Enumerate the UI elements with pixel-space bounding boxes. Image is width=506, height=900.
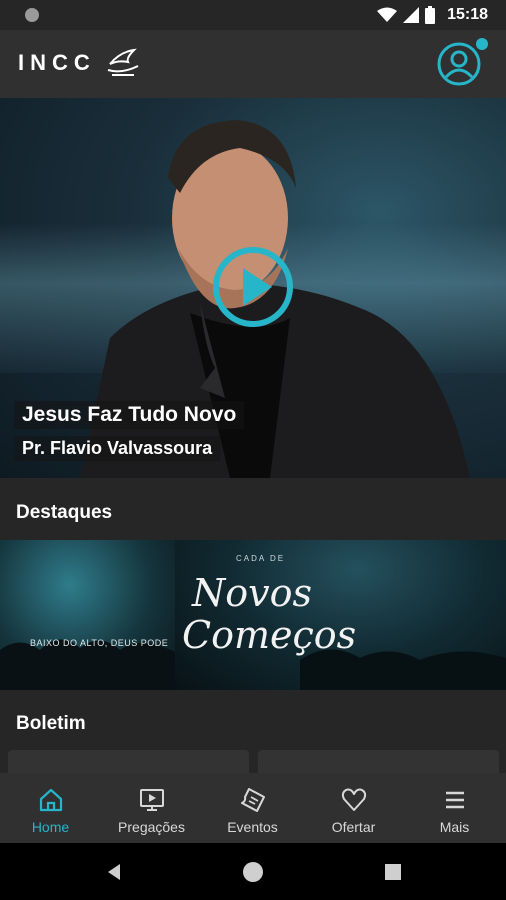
play-button[interactable] [212,246,294,328]
bottom-navigation: Home Pregações Eventos Ofertar Mais [0,773,506,843]
sermon-title: Jesus Faz Tudo Novo [14,401,245,429]
app-logo: INCC [18,48,140,78]
nav-more[interactable]: Mais [404,773,505,843]
nav-give-label: Ofertar [331,819,376,835]
banner-small-text: CADA DE [236,554,286,563]
notification-dot-icon [25,8,39,22]
clock: 15:18 [447,6,488,23]
profile-badge [476,38,488,50]
banner-title: Novos Começos [182,572,356,656]
sermon-speaker: Pr. Flavio Valvassoura [14,436,221,461]
battery-icon [425,6,436,24]
system-navigation-bar [0,843,506,900]
menu-icon [445,791,464,809]
nav-more-label: Mais [439,819,470,835]
banner-caption: BAIXO DO ALTO, DEUS PODE [30,638,169,648]
back-icon[interactable] [104,862,124,882]
bulletin-heading: Boletim [16,713,86,734]
highlights-heading: Destaques [16,502,113,523]
nav-give[interactable]: Ofertar [303,773,404,843]
logo-text: INCC [18,50,96,75]
home-icon [39,788,62,812]
banner-title-line1: Novos [192,571,312,615]
featured-sermon[interactable]: Jesus Faz Tudo Novo Pr. Flavio Valvassou… [0,98,506,478]
nav-sermons[interactable]: Pregações [101,773,202,843]
wifi-icon [377,7,398,22]
heart-icon [341,788,366,811]
ticket-icon [240,788,265,812]
home-circle-icon[interactable] [241,860,265,884]
nav-home-label: Home [31,819,70,835]
status-icons: 15:18 [377,4,488,26]
app-bar: INCC [0,30,506,98]
monitor-play-icon [139,789,164,811]
nav-events[interactable]: Eventos [202,773,303,843]
play-icon [213,247,293,327]
highlight-banner[interactable]: CADA DE Novos Começos BAIXO DO ALTO, DEU… [0,540,506,690]
user-circle-icon [437,42,481,86]
profile-button[interactable] [436,41,482,87]
banner-title-line2: Começos [182,613,357,657]
recents-icon[interactable] [384,863,402,881]
signal-icon [403,7,420,23]
dove-logo-icon [107,48,139,76]
nav-events-label: Eventos [227,819,278,835]
nav-sermons-label: Pregações [118,819,185,835]
nav-home[interactable]: Home [0,773,101,843]
status-bar: 15:18 [0,0,506,30]
